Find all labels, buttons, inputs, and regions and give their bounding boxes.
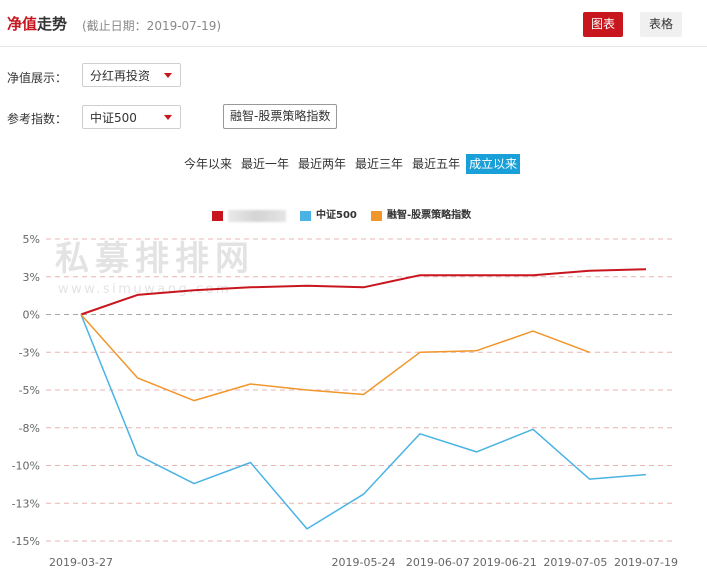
period-tab[interactable]: 最近一年 (238, 154, 292, 174)
period-tab[interactable]: 最近五年 (409, 154, 463, 174)
watermark-cn: 私募排排网 (55, 239, 255, 279)
y-tick-label: -13% (12, 497, 40, 510)
table-view-button[interactable]: 表格 (640, 12, 682, 37)
legend-label-strategy: 融智-股票策略指数 (387, 210, 472, 221)
period-tab[interactable]: 最近两年 (295, 154, 349, 174)
chart-header: 净值走势 (截止日期：2019-07-19) 图表 表格 (0, 0, 707, 47)
legend-swatch-csi500 (300, 211, 311, 221)
benchmark-value: 中证500 (90, 111, 137, 125)
series-lines (80, 268, 647, 530)
y-tick-label: 0% (23, 309, 40, 322)
benchmark-label: 参考指数： (7, 112, 68, 126)
period-tab[interactable]: 最近三年 (352, 154, 406, 174)
x-tick-label: 2019-06-07 (406, 556, 470, 569)
nav-display-select[interactable]: 分红再投资 (82, 63, 181, 87)
legend-label-obscured (228, 210, 286, 222)
period-tab[interactable]: 今年以来 (181, 154, 235, 174)
period-tabs: 今年以来 最近一年 最近两年 最近三年 最近五年 成立以来 (181, 154, 523, 174)
chart-view-button[interactable]: 图表 (583, 12, 623, 37)
series-line-csi500 (80, 314, 647, 530)
chevron-down-icon (164, 115, 172, 120)
x-tick-label: 2019-05-24 (332, 556, 396, 569)
cutoff-date: (截止日期：2019-07-19) (82, 19, 222, 33)
chevron-down-icon (164, 73, 172, 78)
legend-label-csi500: 中证500 (316, 210, 357, 221)
period-tab[interactable]: 成立以来 (466, 154, 521, 174)
y-tick-label: -15% (12, 535, 40, 548)
x-tick-label: 2019-06-21 (473, 556, 537, 569)
x-tick-label: 2019-03-27 (49, 556, 113, 569)
y-axis-ticks: 5% 3% 0% -3% -5% -8% -10% -13% -15% (12, 233, 40, 548)
legend-swatch-fund (212, 211, 223, 221)
series-line-strategy (80, 314, 590, 402)
y-tick-label: -3% (19, 346, 40, 359)
benchmark-select[interactable]: 中证500 (82, 105, 181, 129)
y-tick-label: -8% (19, 422, 40, 435)
nav-display-label: 净值展示： (7, 71, 68, 85)
page-title: 净值走势 (7, 13, 67, 34)
x-axis-ticks: 2019-03-27 2019-05-24 2019-06-07 2019-06-21… (49, 556, 678, 569)
x-tick-label: 2019-07-05 (543, 556, 607, 569)
nav-line-chart: 私募排排网 www.simuwang.com 5%3%0%-3%-5%-8%-1… (12, 233, 678, 569)
y-tick-label: -5% (19, 384, 40, 397)
nav-display-value: 分红再投资 (90, 69, 151, 83)
x-tick-label: 2019-07-19 (614, 556, 678, 569)
strategy-index-button[interactable]: 融智-股票策略指数 (223, 104, 338, 129)
y-tick-label: 5% (23, 233, 40, 246)
legend-swatch-strategy (371, 211, 382, 221)
title-rest: 走势 (37, 15, 68, 33)
y-tick-label: -10% (12, 460, 40, 473)
title-accent: 净值 (7, 15, 38, 33)
y-tick-label: 3% (23, 271, 40, 284)
